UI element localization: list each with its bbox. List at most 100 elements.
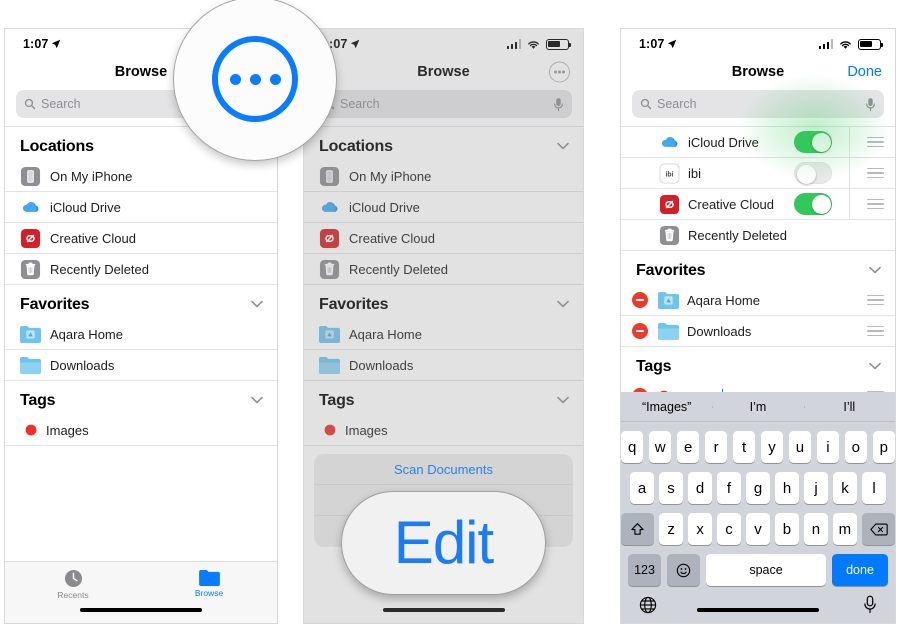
key-c[interactable]: c [717, 513, 741, 545]
chevron-down-icon[interactable] [251, 299, 263, 311]
chevron-down-icon[interactable] [869, 265, 881, 277]
key-s[interactable]: s [659, 472, 683, 504]
list-item-label: Images [345, 422, 388, 438]
browse-list-1: Locations On My iPhone iCloud Drive Creativ… [5, 126, 277, 446]
key-t[interactable]: t [732, 431, 756, 463]
key-f[interactable]: f [717, 472, 741, 504]
list-item[interactable]: On My iPhone [5, 161, 277, 192]
list-item[interactable]: Creative Cloud [5, 223, 277, 254]
list-item-label: Recently Deleted [50, 261, 149, 277]
key-z[interactable]: z [659, 513, 683, 545]
key-g[interactable]: g [746, 472, 770, 504]
key-e[interactable]: e [676, 431, 700, 463]
numbers-key[interactable]: 123 [628, 554, 661, 586]
reorder-handle-icon[interactable] [867, 325, 884, 337]
list-item[interactable]: Aqara Home [304, 319, 583, 350]
tab-browse[interactable]: Browse [141, 562, 277, 623]
key-r[interactable]: r [704, 431, 728, 463]
location-arrow-icon [668, 39, 677, 49]
key-a[interactable]: a [630, 472, 654, 504]
microphone-icon [866, 97, 875, 111]
list-item[interactable]: Downloads [5, 350, 277, 381]
status-indicators [506, 38, 572, 50]
list-item-label: iCloud Drive [349, 199, 420, 215]
key-o[interactable]: o [844, 431, 868, 463]
visibility-toggle[interactable] [794, 162, 832, 184]
key-m[interactable]: m [833, 513, 857, 545]
tab-recents[interactable]: Recents [5, 562, 141, 623]
edit-list-item-label: iCloud Drive [688, 134, 759, 150]
edit-list-item[interactable]: iCloud Drive [621, 126, 895, 158]
chevron-down-icon[interactable] [557, 395, 569, 407]
key-v[interactable]: v [746, 513, 770, 545]
tab-recents-label: Recents [57, 590, 89, 600]
key-y[interactable]: y [760, 431, 784, 463]
edit-list-item[interactable]: Aqara Home [621, 285, 895, 316]
list-item[interactable]: iCloud Drive [304, 192, 583, 223]
key-k[interactable]: k [833, 472, 857, 504]
list-item[interactable]: On My iPhone [304, 161, 583, 192]
chevron-down-icon[interactable] [557, 141, 569, 153]
prediction-item[interactable]: I’m [712, 400, 803, 414]
key-i[interactable]: i [816, 431, 840, 463]
prediction-item[interactable]: I’ll [803, 400, 895, 414]
list-item[interactable]: Creative Cloud [304, 223, 583, 254]
list-item[interactable]: iCloud Drive [5, 192, 277, 223]
key-q[interactable]: q [621, 431, 644, 463]
key-p[interactable]: p [872, 431, 895, 463]
search-input[interactable]: Search [632, 90, 884, 118]
microphone-key-icon[interactable] [863, 595, 877, 614]
menu-item-scan-documents[interactable]: Scan Documents [314, 454, 573, 485]
done-key[interactable]: done [832, 554, 888, 586]
chevron-down-icon[interactable] [869, 361, 881, 373]
space-key[interactable]: space [706, 554, 826, 586]
key-j[interactable]: j [804, 472, 828, 504]
done-button[interactable]: Done [847, 63, 882, 81]
key-b[interactable]: b [775, 513, 799, 545]
minus-circle-icon[interactable] [632, 323, 648, 339]
list-item[interactable]: Recently Deleted [5, 254, 277, 285]
backspace-key[interactable] [862, 513, 895, 545]
more-button[interactable] [549, 61, 570, 83]
battery-icon [546, 38, 572, 50]
edit-list-item[interactable]: ibi ibi [621, 157, 895, 189]
reorder-handle-icon[interactable] [867, 198, 884, 210]
list-item[interactable]: Aqara Home [5, 319, 277, 350]
status-indicators [818, 38, 884, 50]
edit-list-item[interactable]: Creative Cloud [621, 188, 895, 220]
visibility-toggle[interactable] [794, 131, 832, 153]
key-h[interactable]: h [775, 472, 799, 504]
edit-list-item[interactable]: Recently Deleted [621, 220, 895, 251]
list-item[interactable]: Images [304, 415, 583, 446]
key-u[interactable]: u [788, 431, 812, 463]
minus-circle-icon[interactable] [632, 292, 648, 308]
search-icon [640, 98, 652, 110]
visibility-toggle[interactable] [794, 193, 832, 215]
list-item[interactable]: Recently Deleted [304, 254, 583, 285]
key-l[interactable]: l [862, 472, 886, 504]
prediction-item[interactable]: “Images” [621, 400, 712, 414]
shift-key[interactable] [621, 513, 654, 545]
globe-key-icon[interactable] [639, 596, 657, 614]
list-item[interactable]: Images [5, 415, 277, 446]
edit-list-item[interactable]: Downloads [621, 316, 895, 347]
phone-screen-3: 1:07 Browse Done Search iCloud Drive ibi… [620, 28, 896, 624]
reorder-handle-icon[interactable] [867, 167, 884, 179]
reorder-handle-icon[interactable] [867, 136, 884, 148]
key-w[interactable]: w [648, 431, 672, 463]
section-header-tags: Tags [304, 381, 583, 415]
key-n[interactable]: n [804, 513, 828, 545]
list-item[interactable]: Downloads [304, 350, 583, 381]
status-time: 1:07 [639, 37, 677, 51]
page-title: Browse [731, 64, 785, 80]
folder-aqara-icon [658, 290, 679, 311]
key-d[interactable]: d [688, 472, 712, 504]
emoji-key[interactable] [667, 554, 700, 586]
list-item-label: Downloads [349, 357, 414, 373]
chevron-down-icon[interactable] [557, 299, 569, 311]
reorder-handle-icon[interactable] [867, 294, 884, 306]
chevron-down-icon[interactable] [251, 395, 263, 407]
key-x[interactable]: x [688, 513, 712, 545]
folder-downloads-icon [319, 355, 340, 376]
search-input[interactable]: Search [315, 90, 572, 118]
